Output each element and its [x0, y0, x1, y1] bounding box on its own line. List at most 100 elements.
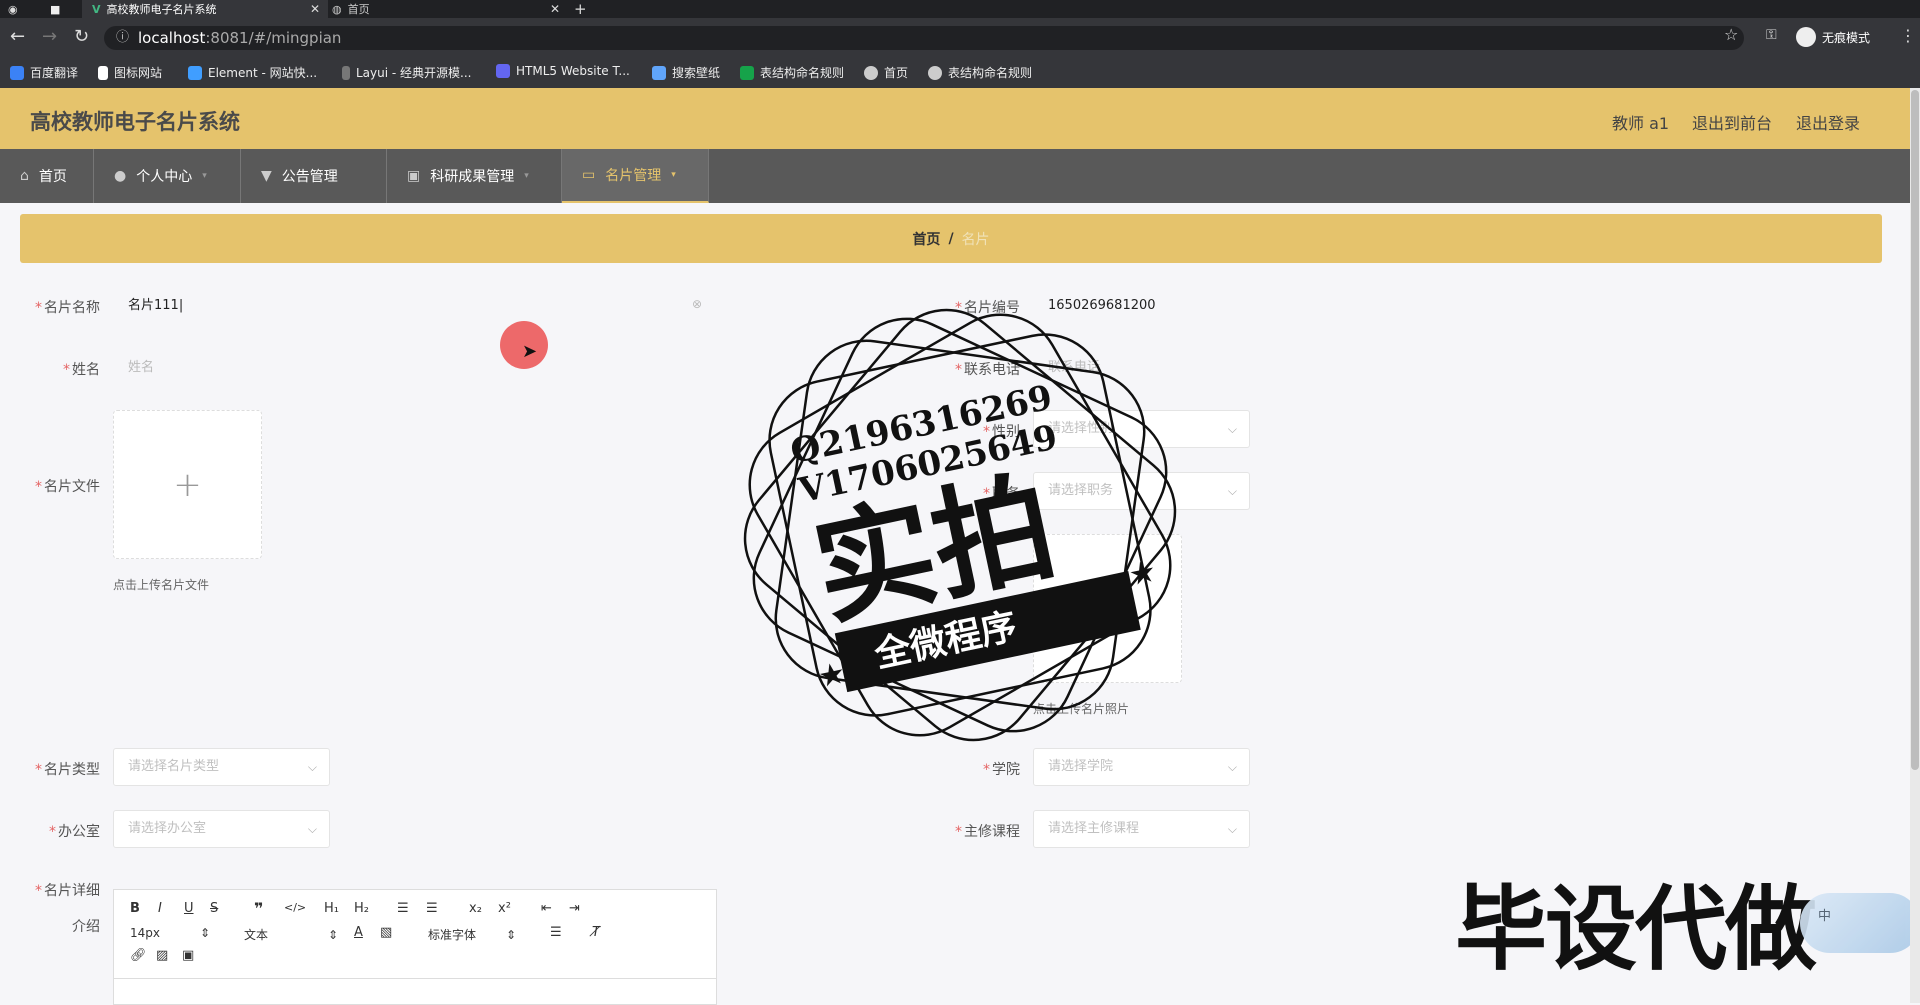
logout-link[interactable]: 退出登录: [1796, 110, 1860, 134]
chevron-down-icon: ⌵: [307, 822, 317, 836]
close-icon[interactable]: ✕: [550, 2, 560, 16]
nav-label: 个人中心: [136, 169, 193, 185]
bookmark-label: 首页: [884, 66, 909, 80]
floating-widget[interactable]: 中: [1800, 893, 1920, 953]
key-icon[interactable]: ⚿: [1766, 27, 1777, 43]
code-icon[interactable]: </>: [284, 901, 306, 914]
course-select[interactable]: 请选择主修课程 ⌵: [1033, 810, 1250, 848]
editor-content-area[interactable]: [114, 978, 716, 1005]
bookmark-item[interactable]: 表结构命名规则: [740, 64, 844, 81]
name-input[interactable]: 名片111|: [114, 287, 714, 325]
nav-item-notice[interactable]: ▼ 公告管理: [241, 149, 387, 203]
tab-app[interactable]: V 高校教师电子名片系统 ✕: [82, 0, 328, 18]
tab-label: 首页: [347, 3, 370, 16]
bookmark-label: 表结构命名规则: [948, 66, 1033, 80]
name-label: * 名片名称: [35, 300, 100, 316]
file-upload-button[interactable]: +: [113, 410, 262, 559]
underline-icon[interactable]: U: [184, 901, 194, 916]
corner-watermark: 毕设代做: [1455, 876, 1817, 983]
url-input[interactable]: ⓘ localhost:8081/#/mingpian: [104, 26, 1744, 50]
h2-icon[interactable]: H₂: [354, 901, 369, 916]
close-icon[interactable]: ✕: [310, 2, 320, 16]
subscript-icon[interactable]: x₂: [469, 901, 482, 916]
breadcrumb-home[interactable]: 首页: [912, 229, 940, 249]
bookmark-item[interactable]: 首页: [864, 64, 908, 81]
image-icon[interactable]: ▨: [156, 948, 168, 963]
menu-icon[interactable]: ⋮: [1900, 26, 1916, 45]
globe-icon: [928, 65, 942, 80]
reload-icon[interactable]: ↻: [74, 28, 89, 46]
new-tab-button[interactable]: +: [574, 0, 594, 18]
chevron-down-icon: ▾: [671, 170, 676, 180]
chrome-icon: ◉: [8, 2, 18, 16]
stamp-watermark: Q2196316269 V1706025649 实拍 全微程序 ★ ★: [720, 285, 1200, 765]
bold-icon[interactable]: B: [130, 901, 140, 916]
chevron-down-icon: ⌵: [1227, 760, 1237, 774]
bookmark-item[interactable]: Layui - 经典开源模...: [342, 64, 471, 81]
plus-icon: +: [173, 464, 202, 505]
card-icon: ▭: [582, 167, 596, 183]
scrollbar-thumb[interactable]: [1911, 90, 1919, 770]
forward-icon[interactable]: →: [42, 28, 57, 46]
app-title: 高校教师电子名片系统: [30, 110, 240, 134]
align-icon[interactable]: ☰: [550, 925, 562, 940]
back-icon[interactable]: ←: [10, 28, 25, 46]
italic-icon[interactable]: I: [158, 901, 162, 916]
font-family-select[interactable]: 标准字体 ⇕: [428, 926, 516, 943]
xingming-input[interactable]: 姓名: [114, 349, 714, 387]
flag-icon: [98, 65, 108, 80]
chevron-down-icon: ▾: [524, 171, 529, 181]
element-icon: [188, 65, 202, 80]
h1-icon[interactable]: H₁: [324, 901, 339, 916]
bookmark-item[interactable]: 图标网站: [98, 64, 162, 81]
exit-front-link[interactable]: 退出到前台: [1692, 110, 1772, 134]
select-placeholder: 请选择名片类型: [128, 759, 220, 774]
bullet-list-icon[interactable]: ☰: [426, 901, 438, 916]
font-size-select[interactable]: 14px ⇕: [130, 926, 210, 940]
nav-item-profile[interactable]: ● 个人中心 ▾: [94, 149, 241, 203]
bookmark-item[interactable]: 搜索壁纸: [652, 64, 720, 81]
nav-item-home[interactable]: ⌂ 首页: [0, 149, 94, 203]
file-label: * 名片文件: [35, 479, 100, 495]
quote-icon[interactable]: ❞: [254, 899, 263, 918]
incognito-label: 无痕模式: [1822, 30, 1871, 45]
bg-color-icon[interactable]: ▧: [380, 925, 392, 940]
app-header: 高校教师电子名片系统 教师 a1 退出到前台 退出登录: [0, 88, 1910, 149]
video-icon[interactable]: ▣: [182, 948, 194, 963]
sheet-icon: [740, 65, 754, 80]
nav-item-research[interactable]: ▣ 科研成果管理 ▾: [387, 149, 562, 203]
strike-icon[interactable]: S: [210, 901, 218, 916]
bookmark-item[interactable]: 表结构命名规则: [928, 64, 1032, 81]
header-select[interactable]: 文本 ⇕: [244, 926, 338, 943]
chevron-down-icon: ⌵: [307, 760, 317, 774]
clear-format-icon[interactable]: T̸: [592, 925, 600, 940]
office-label: * 办公室: [49, 824, 100, 840]
detail-label: * 名片详细: [35, 883, 100, 899]
globe-icon: ◍: [332, 2, 342, 16]
tab-home[interactable]: ◍ 首页 ✕: [322, 0, 568, 18]
notice-icon: ▼: [261, 168, 272, 184]
incognito-badge[interactable]: 无痕模式: [1796, 27, 1870, 47]
indent-icon[interactable]: ⇥: [569, 901, 580, 916]
bookmark-item[interactable]: Element - 网站快...: [188, 64, 317, 81]
info-icon[interactable]: ⓘ: [116, 26, 129, 50]
wallpaper-icon: [652, 65, 666, 80]
bookmark-item[interactable]: HTML5 Website T...: [496, 64, 630, 78]
superscript-icon[interactable]: x²: [498, 901, 511, 916]
nav-item-card[interactable]: ▭ 名片管理 ▾: [562, 149, 709, 203]
document-icon: ▣: [407, 168, 421, 184]
stamp-frame-icon: Q2196316269 V1706025649 实拍 全微程序 ★ ★: [743, 308, 1177, 742]
bookmark-item[interactable]: 百度翻译: [10, 64, 78, 81]
window-icon: ■: [50, 2, 61, 16]
type-select[interactable]: 请选择名片类型 ⌵: [113, 748, 330, 786]
clear-icon[interactable]: ⊗: [692, 297, 702, 311]
font-color-icon[interactable]: A: [354, 925, 363, 940]
link-icon[interactable]: 🔗︎: [130, 948, 147, 963]
chevron-down-icon: ⌵: [1227, 422, 1237, 436]
office-select[interactable]: 请选择办公室 ⌵: [113, 810, 330, 848]
ordered-list-icon[interactable]: ☰: [397, 901, 409, 916]
star-icon[interactable]: ☆: [1724, 25, 1738, 44]
bookmark-label: 表结构命名规则: [760, 66, 845, 80]
bookmark-label: 搜索壁纸: [672, 66, 721, 80]
outdent-icon[interactable]: ⇤: [541, 901, 552, 916]
